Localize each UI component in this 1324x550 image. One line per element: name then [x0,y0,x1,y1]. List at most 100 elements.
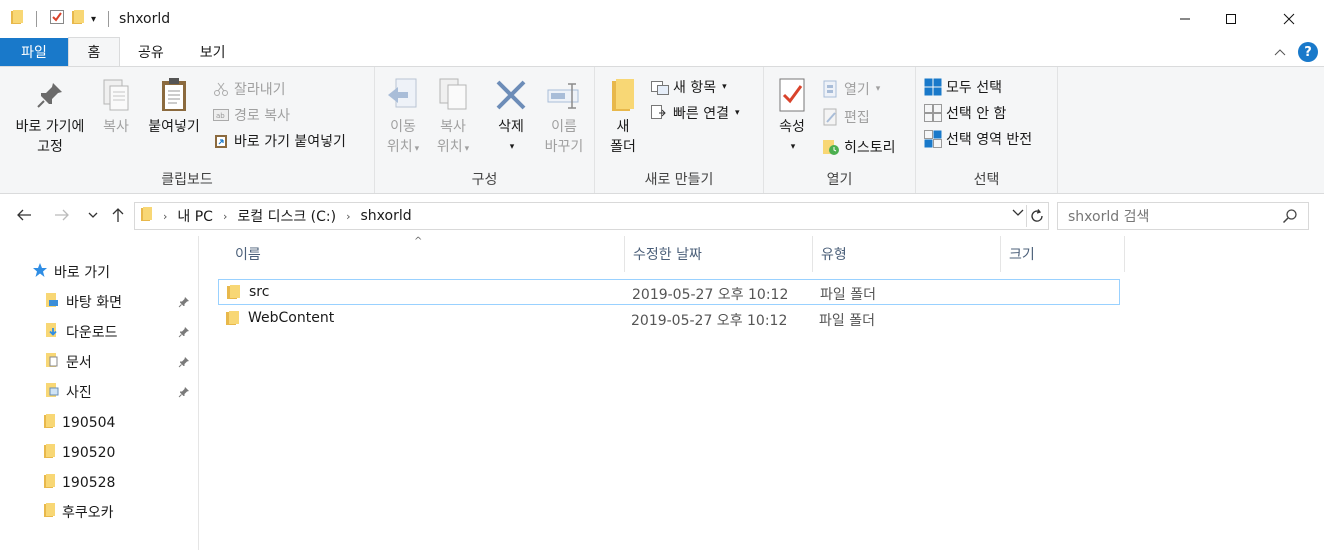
history-button[interactable]: 히스토리 [822,135,896,159]
tab-file[interactable]: 파일 [0,38,68,66]
breadcrumb-local-disk[interactable]: 로컬 디스크 (C:) [237,206,336,226]
rename-button[interactable]: 이름 바꾸기 [539,75,589,157]
chevron-down-icon[interactable] [1012,207,1024,220]
collapse-ribbon-icon[interactable] [1274,44,1286,60]
folder-icon [603,75,643,115]
clipboard-group: 바로 가기에 고정 복사 붙여넣기 잘라내기 ab 경로 복사 바로 가기 붙여… [0,67,375,193]
help-icon[interactable]: ? [1298,42,1318,62]
select-all-button[interactable]: 모두 선택 [924,75,1002,99]
pin-icon[interactable] [178,356,190,372]
up-button[interactable] [106,203,130,227]
nav-item-downloads[interactable]: 다운로드 [44,320,118,344]
close-button[interactable] [1254,0,1324,38]
tab-share[interactable]: 공유 [120,38,178,66]
recent-locations-button[interactable] [81,203,105,227]
properties-button[interactable]: 속성 ▾ [770,75,814,157]
column-header-date[interactable]: 수정한 날짜 [625,236,813,272]
search-icon[interactable] [1282,208,1298,228]
chevron-right-icon[interactable]: › [223,210,227,223]
pin-icon [30,75,70,115]
star-icon [32,262,48,282]
file-name: WebContent [248,310,335,326]
copy-path-icon: ab [212,106,230,124]
edit-icon [822,108,840,126]
nav-item-folder[interactable]: 190504 [44,411,115,435]
address-bar[interactable]: › 내 PC › 로컬 디스크 (C:) › shxorld [134,202,1049,230]
nav-item-desktop[interactable]: 바탕 화면 [44,290,122,314]
paste-shortcut-button[interactable]: 바로 가기 붙여넣기 [212,129,346,153]
copy-label: 복사 [103,119,129,135]
nav-item-label: 190504 [62,415,116,431]
column-header-size[interactable]: 크기 [1001,236,1125,272]
new-folder-button[interactable]: 새 폴더 [601,75,645,157]
breadcrumb-this-pc[interactable]: 내 PC [177,206,213,226]
nav-item-folder[interactable]: 190528 [44,471,115,495]
invert-selection-button[interactable]: 선택 영역 반전 [924,127,1032,151]
nav-item-pictures[interactable]: 사진 [44,380,92,404]
file-type: 파일 폴더 [820,287,876,303]
copy-to-button[interactable]: 복사 위치 ▾ [431,75,475,159]
search-input[interactable]: shxorld 검색 [1057,202,1309,230]
quick-access-toolbar: ▾ [0,9,115,29]
rename-label-line1: 이름 [551,119,577,135]
scissors-icon [212,80,230,98]
table-row[interactable]: src 2019-05-27 오후 10:12 파일 폴더 [218,279,1120,305]
history-icon [822,138,840,156]
properties-check-icon[interactable] [49,9,65,29]
tab-home[interactable]: 홈 [68,37,120,66]
delete-button[interactable]: 삭제 ▾ [487,75,535,157]
nav-item-label: 사진 [66,385,92,401]
nav-item-label: 190528 [62,475,116,491]
select-none-button[interactable]: 선택 안 함 [924,101,1006,125]
select-group: 모두 선택 선택 안 함 선택 영역 반전 선택 [916,67,1058,193]
pin-label-line2: 고정 [37,139,63,155]
new-item-icon [651,78,669,96]
pin-to-quick-access-button[interactable]: 바로 가기에 고정 [6,75,94,157]
pin-icon[interactable] [178,296,190,312]
chevron-right-icon[interactable]: › [346,210,350,223]
nav-item-folder[interactable]: 후쿠오카 [44,500,114,524]
move-to-label-line2: 위치 ▾ [386,139,420,155]
file-date: 2019-05-27 오후 10:12 [632,287,789,303]
delete-dropdown-icon[interactable]: ▾ [510,137,515,157]
properties-dropdown-icon[interactable]: ▾ [791,137,796,157]
folder-icon [141,206,153,226]
folder-icon [227,284,241,304]
column-header-name[interactable]: 이름 [227,236,625,272]
edit-button[interactable]: 편집 [822,105,870,129]
chevron-right-icon[interactable]: › [163,210,167,223]
easy-access-button[interactable]: 빠른 연결 ▾ [651,101,740,125]
new-item-button[interactable]: 새 항목 ▾ [651,75,727,99]
new-folder-icon[interactable] [71,9,85,29]
nav-quick-access[interactable]: 바로 가기 [32,260,110,284]
copy-button[interactable]: 복사 [96,75,136,137]
maximize-button[interactable] [1208,0,1254,38]
customize-dropdown-icon[interactable]: ▾ [91,14,96,25]
refresh-button[interactable] [1026,205,1046,227]
copy-path-button[interactable]: ab 경로 복사 [212,103,290,127]
paste-button[interactable]: 붙여넣기 [142,75,206,137]
copy-path-label: 경로 복사 [234,108,290,124]
toolbar-separator [108,11,110,27]
select-none-label: 선택 안 함 [946,106,1007,122]
back-button[interactable] [12,203,36,227]
minimize-button[interactable] [1162,0,1208,38]
svg-text:ab: ab [216,112,225,120]
forward-button[interactable] [50,203,74,227]
pin-icon[interactable] [178,326,190,342]
open-button[interactable]: 열기 ▾ [822,77,880,101]
column-header-type[interactable]: 유형 [813,236,1001,272]
nav-item-label: 다운로드 [66,325,118,341]
move-to-button[interactable]: 이동 위치 ▾ [381,75,425,159]
nav-item-folder[interactable]: 190520 [44,441,115,465]
pin-icon[interactable] [178,386,190,402]
table-row[interactable]: WebContent 2019-05-27 오후 10:12 파일 폴더 [218,306,1120,332]
organize-group: 이동 위치 ▾ 복사 위치 ▾ 삭제 ▾ 이름 바꾸기 구성 [375,67,595,193]
new-item-dropdown-icon: ▾ [722,82,727,92]
nav-item-documents[interactable]: 문서 [44,350,92,374]
breadcrumb-current-folder[interactable]: shxorld [361,208,412,224]
cut-button[interactable]: 잘라내기 [212,77,286,101]
new-group: 새 폴더 새 항목 ▾ 빠른 연결 ▾ 새로 만들기 [595,67,764,193]
tab-view[interactable]: 보기 [178,38,240,66]
cut-label: 잘라내기 [234,82,286,98]
